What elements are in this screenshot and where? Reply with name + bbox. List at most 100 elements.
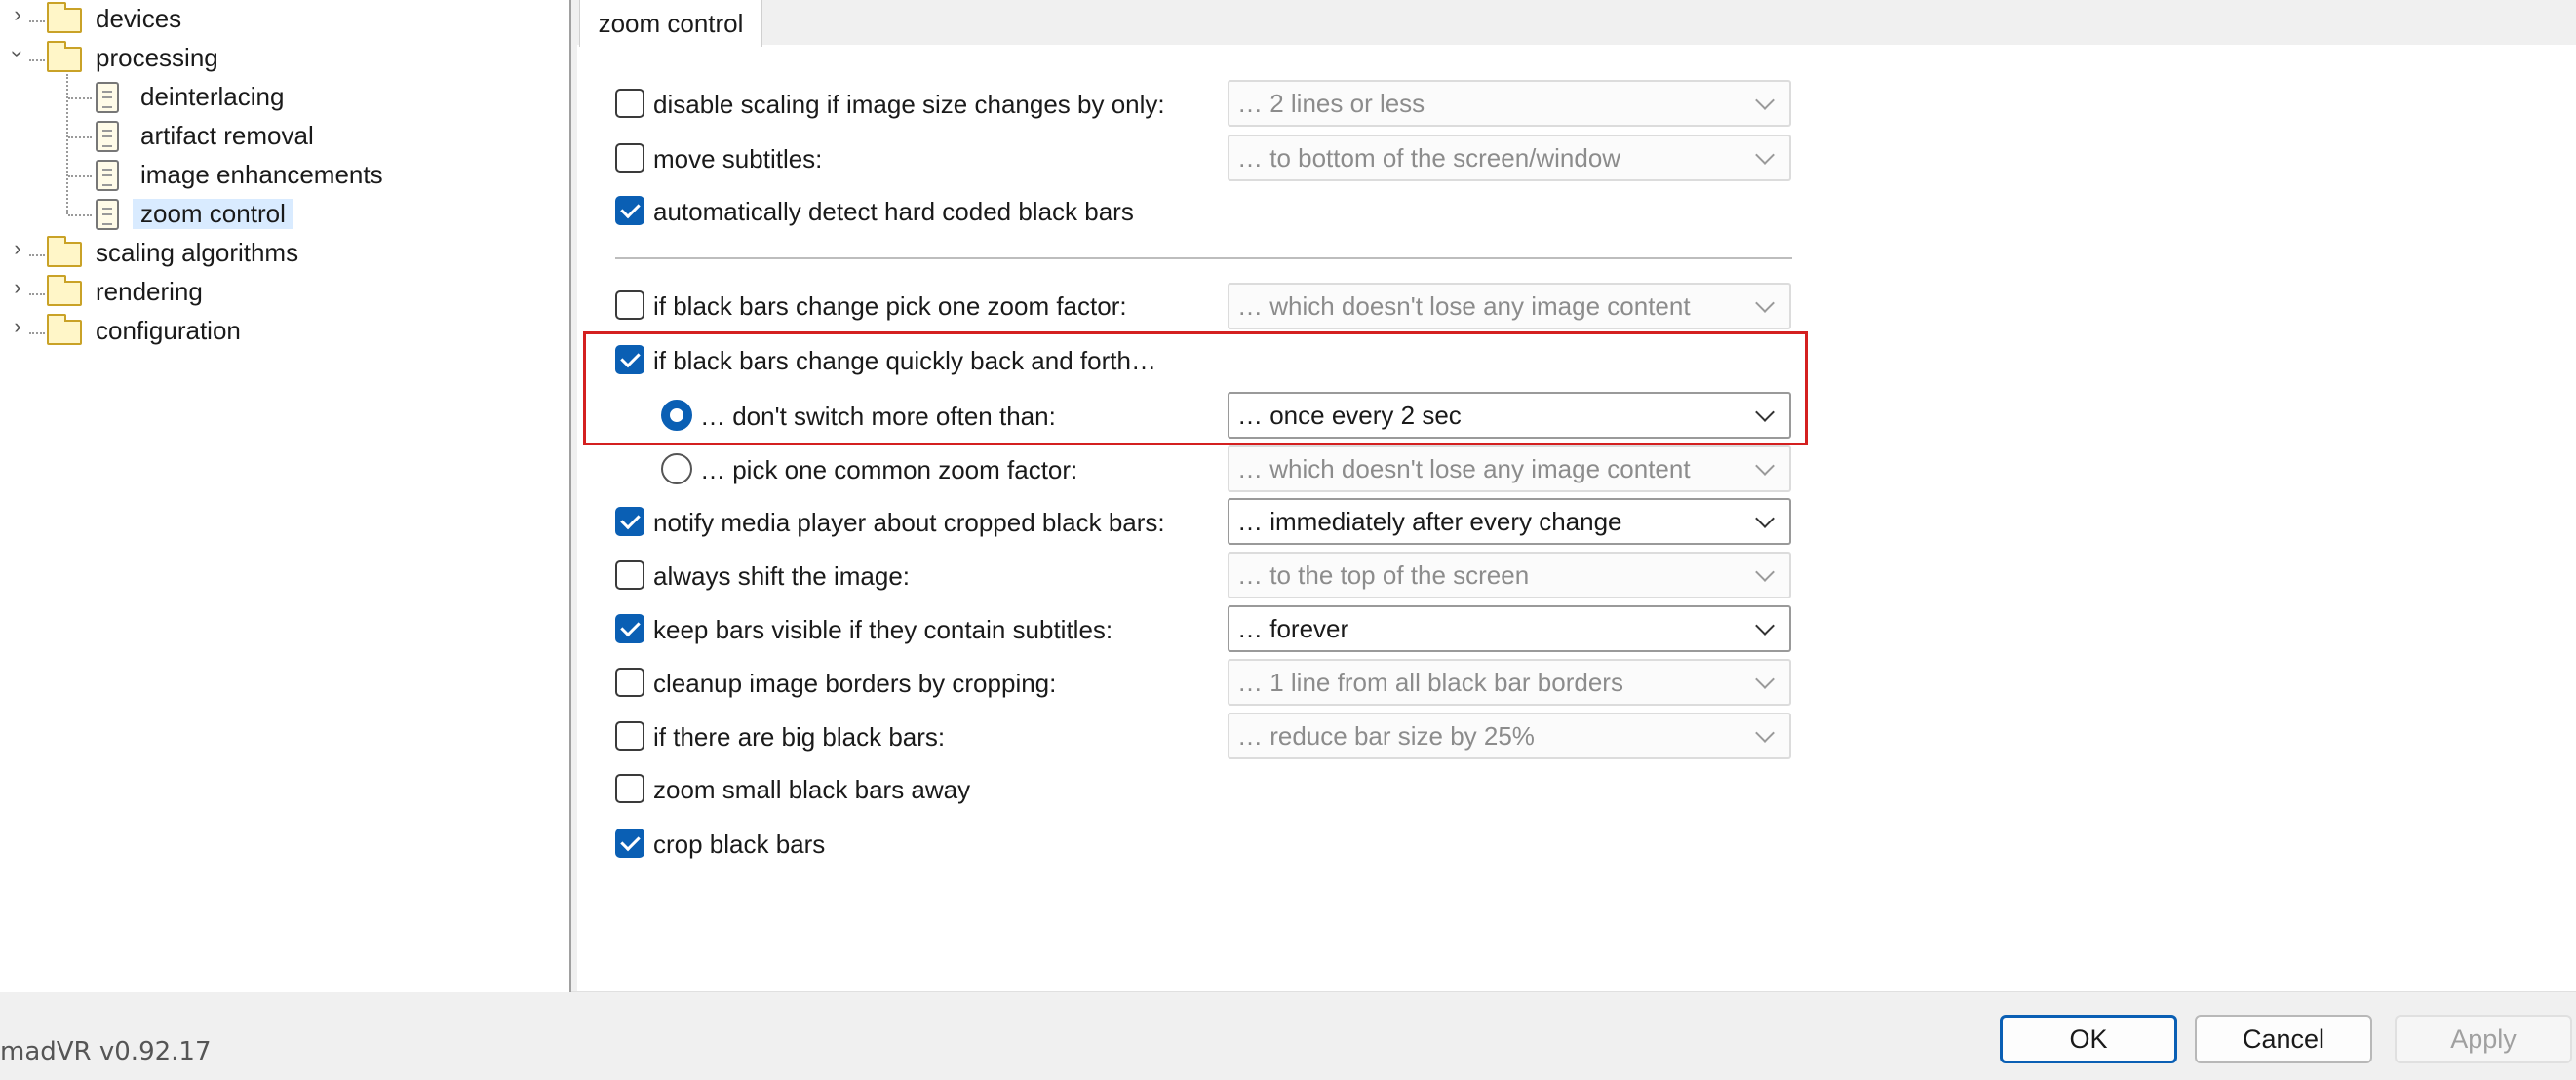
cancel-button[interactable]: Cancel <box>2195 1015 2372 1063</box>
move-subtitles-checkbox[interactable] <box>615 143 644 173</box>
keep-bars-visible-label: keep bars visible if they contain subtit… <box>653 615 1113 644</box>
tree-item-zoom-control[interactable]: zoom control <box>133 199 293 229</box>
tree-item-processing[interactable]: processing <box>96 43 218 73</box>
crop-black-bars-label: crop black bars <box>653 829 826 859</box>
dropdown-value: … to the top of the screen <box>1237 559 1530 590</box>
ok-button[interactable]: OK <box>2000 1015 2177 1063</box>
folder-icon <box>47 2 82 33</box>
chevron-down-icon <box>1755 293 1775 313</box>
dropdown-value: … 1 line from all black bar borders <box>1237 667 1623 697</box>
tree-connector <box>29 20 45 22</box>
zoom-small-bars-label: zoom small black bars away <box>653 775 971 804</box>
dont-switch-dropdown[interactable]: … once every 2 sec <box>1228 392 1791 439</box>
cleanup-borders-checkbox[interactable] <box>615 668 644 697</box>
folder-icon <box>47 41 82 72</box>
notify-player-checkbox[interactable] <box>615 507 644 536</box>
pick-zoom-factor-label: if black bars change pick one zoom facto… <box>653 291 1127 321</box>
notify-player-label: notify media player about cropped black … <box>653 508 1165 537</box>
pick-zoom-factor-dropdown[interactable]: … which doesn't lose any image content <box>1228 283 1791 329</box>
tree-connector <box>68 97 92 99</box>
chevron-right-icon[interactable]: › <box>8 314 27 339</box>
shift-image-label: always shift the image: <box>653 561 911 591</box>
disable-scaling-dropdown[interactable]: … 2 lines or less <box>1228 80 1791 127</box>
folder-icon <box>47 275 82 306</box>
dont-switch-radio[interactable] <box>661 400 692 431</box>
tab-label: zoom control <box>598 8 744 38</box>
chevron-down-icon <box>1755 723 1775 743</box>
keep-bars-visible-dropdown[interactable]: … forever <box>1228 605 1791 652</box>
tree-item-scaling-algorithms[interactable]: scaling algorithms <box>96 238 298 268</box>
tree-connector <box>68 136 92 138</box>
dropdown-value: … which doesn't lose any image content <box>1237 453 1691 483</box>
common-zoom-label: … pick one common zoom factor: <box>700 455 1078 484</box>
tree-item-deinterlacing[interactable]: deinterlacing <box>140 82 284 112</box>
chevron-down-icon <box>1755 403 1775 422</box>
quick-change-checkbox[interactable] <box>615 345 644 374</box>
dropdown-value: … to bottom of the screen/window <box>1237 142 1621 173</box>
shift-image-dropdown[interactable]: … to the top of the screen <box>1228 552 1791 598</box>
dropdown-value: … immediately after every change <box>1237 506 1622 536</box>
tree-item-image-enhancements[interactable]: image enhancements <box>140 160 383 190</box>
move-subtitles-dropdown[interactable]: … to bottom of the screen/window <box>1228 135 1791 181</box>
dont-switch-label: … don't switch more often than: <box>700 402 1056 431</box>
common-zoom-dropdown[interactable]: … which doesn't lose any image content <box>1228 445 1791 492</box>
dropdown-value: … which doesn't lose any image content <box>1237 290 1691 321</box>
chevron-down-icon <box>1755 562 1775 582</box>
tree-item-configuration[interactable]: configuration <box>96 316 241 346</box>
detect-black-bars-checkbox[interactable] <box>615 196 644 225</box>
big-black-bars-checkbox[interactable] <box>615 721 644 751</box>
common-zoom-radio[interactable] <box>661 453 692 484</box>
disable-scaling-checkbox[interactable] <box>615 89 644 118</box>
section-divider <box>615 257 1792 259</box>
chevron-down-icon <box>1755 616 1775 636</box>
dropdown-value: … reduce bar size by 25% <box>1237 720 1535 751</box>
chevron-right-icon[interactable]: › <box>8 275 27 300</box>
quick-change-label: if black bars change quickly back and fo… <box>653 346 1156 375</box>
tree-connector <box>68 214 92 216</box>
dropdown-value: … forever <box>1237 613 1349 643</box>
tree-item-rendering[interactable]: rendering <box>96 277 203 307</box>
chevron-down-icon <box>1755 91 1775 110</box>
chevron-down-icon <box>1755 509 1775 528</box>
apply-button[interactable]: Apply <box>2395 1015 2572 1063</box>
big-black-bars-dropdown[interactable]: … reduce bar size by 25% <box>1228 713 1791 759</box>
tree-connector <box>29 254 45 256</box>
disable-scaling-label: disable scaling if image size changes by… <box>653 90 1165 119</box>
tree-connector <box>29 59 45 61</box>
big-black-bars-label: if there are big black bars: <box>653 722 946 752</box>
page-icon <box>96 199 119 230</box>
chevron-down-icon <box>1755 145 1775 165</box>
page-icon <box>96 160 119 191</box>
chevron-right-icon[interactable]: › <box>8 2 27 27</box>
settings-tree[interactable]: › devices › processing deinterlacing art… <box>0 0 571 992</box>
tree-guide-line <box>66 74 68 214</box>
detect-black-bars-label: automatically detect hard coded black ba… <box>653 197 1134 226</box>
folder-icon <box>47 236 82 267</box>
crop-black-bars-checkbox[interactable] <box>615 829 644 858</box>
footer-divider <box>571 991 2576 992</box>
version-label: madVR v0.92.17 <box>0 1037 212 1066</box>
tree-connector <box>29 332 45 334</box>
notify-player-dropdown[interactable]: … immediately after every change <box>1228 498 1791 545</box>
tree-item-devices[interactable]: devices <box>96 4 181 34</box>
chevron-down-icon <box>1755 670 1775 689</box>
tree-connector <box>29 293 45 295</box>
cleanup-borders-dropdown[interactable]: … 1 line from all black bar borders <box>1228 659 1791 706</box>
cleanup-borders-label: cleanup image borders by cropping: <box>653 669 1057 698</box>
tree-item-artifact-removal[interactable]: artifact removal <box>140 121 314 151</box>
dropdown-value: … 2 lines or less <box>1237 88 1425 118</box>
chevron-down-icon[interactable]: › <box>5 44 30 63</box>
pick-zoom-factor-checkbox[interactable] <box>615 290 644 320</box>
chevron-down-icon <box>1755 456 1775 476</box>
folder-icon <box>47 314 82 345</box>
page-icon <box>96 82 119 113</box>
zoom-small-bars-checkbox[interactable] <box>615 774 644 803</box>
page-icon <box>96 121 119 152</box>
dropdown-value: … once every 2 sec <box>1237 400 1462 430</box>
move-subtitles-label: move subtitles: <box>653 144 823 174</box>
tab-zoom-control[interactable]: zoom control <box>579 0 762 47</box>
tree-connector <box>68 175 92 177</box>
keep-bars-visible-checkbox[interactable] <box>615 614 644 643</box>
shift-image-checkbox[interactable] <box>615 560 644 590</box>
chevron-right-icon[interactable]: › <box>8 236 27 261</box>
